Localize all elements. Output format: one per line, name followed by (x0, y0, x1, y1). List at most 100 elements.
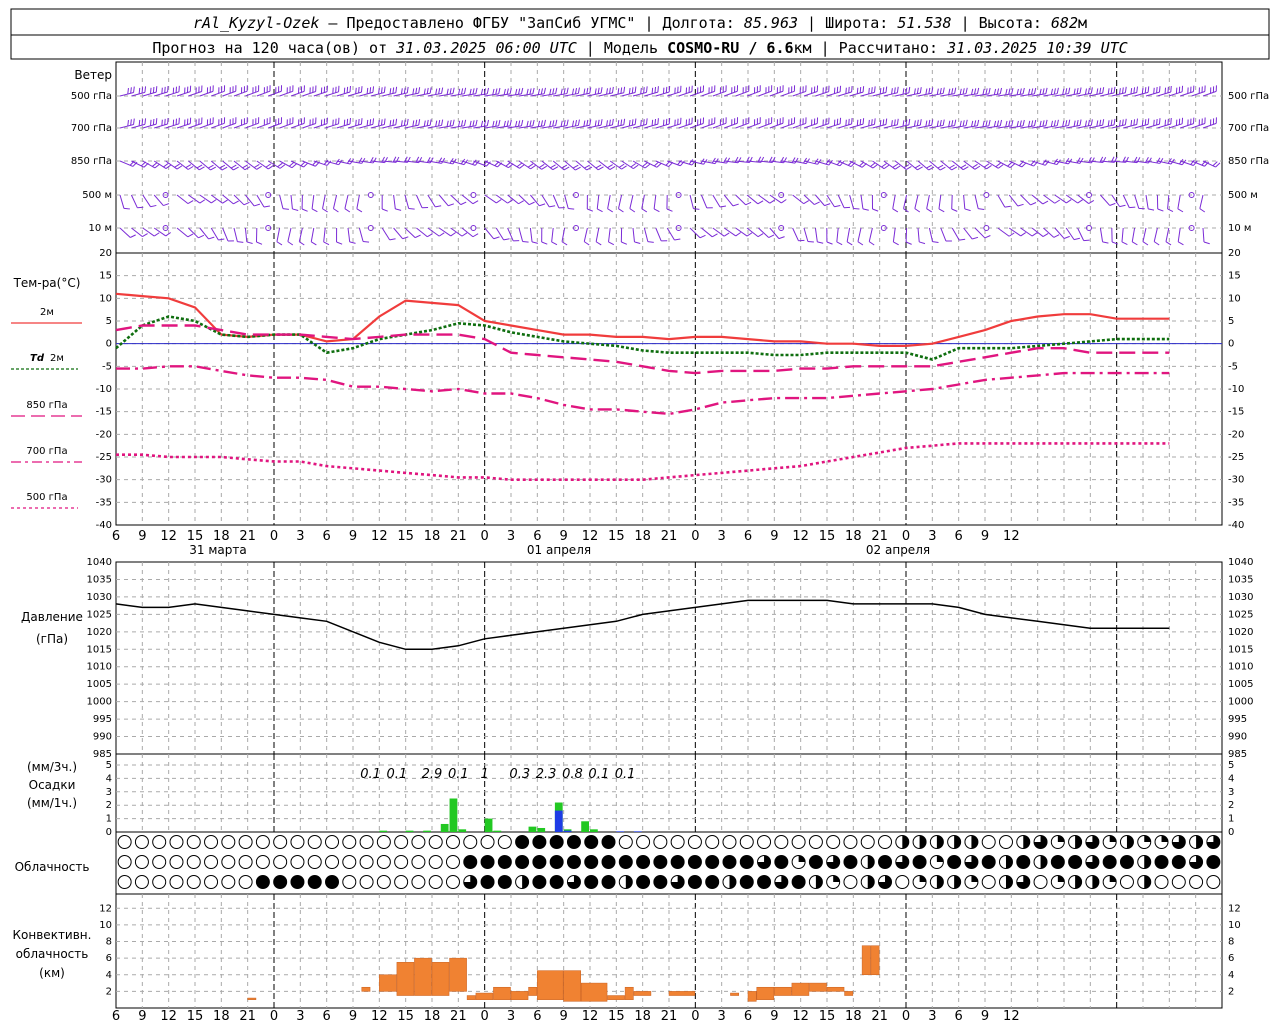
wind-barb-feather (972, 163, 978, 168)
wind-barb-shaft (826, 123, 841, 129)
wind-barb-feather (609, 87, 611, 94)
wind-barb-feather (256, 241, 263, 245)
model-label: | Модель (577, 39, 667, 57)
wind-barb-feather (666, 208, 673, 212)
wind-barbs (119, 85, 1221, 246)
wind-barb-feather (1156, 86, 1158, 94)
wind-barb-feather (893, 241, 899, 246)
wind-barb-feather (1165, 241, 1172, 246)
pressure-y-tick-left: 1035 (87, 574, 112, 585)
wind-barb-shaft (290, 194, 293, 209)
wind-barb-feather (862, 208, 869, 211)
wind-barb-feather (872, 163, 879, 169)
wind-barb-feather (127, 120, 129, 127)
cloud-cover-circle (1171, 875, 1186, 889)
wind-barb-shaft (724, 122, 738, 129)
wind-barb-shaft (1202, 90, 1217, 97)
conv-y-tick-left: 12 (99, 903, 112, 914)
wind-barb-feather (1022, 119, 1025, 127)
cloud-cover-circle (636, 835, 651, 849)
cloud-cover-circle (566, 855, 581, 869)
cloud-cover-circle (584, 875, 599, 889)
x-tick-label-temp: 12 (582, 529, 599, 544)
wind-barb-shaft (792, 90, 806, 97)
wind-barb-shaft (1099, 227, 1104, 242)
cloud-cover-circle (584, 835, 599, 849)
wind-barb-feather (1063, 235, 1070, 239)
wind-barb-feather (891, 88, 893, 95)
wind-barb-shaft (758, 122, 772, 129)
wind-barb-shaft (529, 227, 533, 242)
wind-barb-feather (344, 208, 351, 213)
wind-barb-feather (962, 166, 969, 171)
x-tick-label-temp: 3 (507, 529, 515, 544)
wind-barb-feather (389, 120, 392, 127)
wind-barb-shaft (233, 122, 248, 129)
x-tick-label-bottom: 18 (213, 1009, 230, 1024)
wind-barb-feather (939, 166, 946, 171)
wind-barb-shaft (1165, 227, 1170, 242)
wind-barb-feather (526, 88, 529, 95)
wind-barb-shaft (712, 227, 725, 237)
wind-barb-feather (301, 208, 308, 212)
wind-barb-feather (735, 232, 741, 237)
wind-level-500m-right: 500 м (1228, 190, 1258, 201)
wind-barb-shaft (689, 123, 704, 129)
wind-barb-shaft (1065, 227, 1075, 240)
wind-barb-feather (279, 164, 286, 169)
wind-barb-feather (540, 120, 544, 127)
wind-barb-shaft (974, 194, 979, 209)
wind-barb-shaft (279, 90, 293, 97)
cloud-cover-fill (1023, 835, 1030, 849)
wind-barb-feather (380, 119, 383, 126)
wind-barb-feather (310, 241, 317, 246)
conv-label-3: (км) (39, 966, 65, 980)
wind-barb-feather (868, 87, 870, 94)
wind-barb-feather (519, 164, 525, 169)
cloud-cover-fill (902, 835, 909, 849)
x-tick-label-bottom: 6 (955, 1009, 963, 1024)
wind-barb-feather (657, 118, 659, 125)
wind-barb-feather (187, 233, 194, 238)
precip-3h-sum: 2.9 (422, 767, 443, 782)
wind-barb-feather (1011, 87, 1014, 95)
cloud-cover-circle (411, 835, 426, 849)
x-tick-label-temp: 9 (138, 529, 146, 544)
wind-barb-feather (577, 119, 580, 126)
wind-barb-feather (185, 164, 192, 169)
cloud-cover-circle (359, 855, 374, 869)
wind-barb-feather (896, 118, 899, 125)
wind-barb-feather (130, 87, 132, 94)
wind-barb-feather (857, 241, 864, 246)
wind-barb-feather (561, 241, 568, 246)
cloud-cover-circle (238, 855, 253, 869)
cloud-cover-circle (705, 855, 720, 869)
wind-barb-shaft (336, 123, 351, 129)
wind-barb-feather (640, 87, 642, 94)
wind-barb-feather (962, 88, 965, 95)
cloud-cover-circle (273, 855, 288, 869)
wind-barb-feather (233, 166, 239, 171)
conv-cloud-bar (449, 957, 467, 992)
cloud-cover-circle (117, 875, 132, 889)
wind-barb-feather (381, 208, 388, 212)
wind-barb-feather (1030, 88, 1034, 95)
date-label-1: 31 марта (189, 543, 246, 557)
conv-cloud-bar (510, 991, 529, 1000)
wind-barb-feather (1121, 119, 1124, 126)
cloud-cover-circle (221, 875, 236, 889)
wind-barb-shaft (963, 227, 973, 240)
wind-barb-shaft (256, 90, 271, 97)
wind-barb-feather (1004, 205, 1011, 208)
precip-bars: 0.1 0.1 2.9 0.1 1 0.3 2.3 0.8 0.1 0.1 (360, 767, 642, 832)
wind-barb-feather (515, 88, 518, 95)
wind-barb-feather (936, 88, 939, 95)
wind-barb-shaft (245, 90, 259, 97)
date-label-2: 01 апреля (527, 543, 591, 557)
wind-barb-shaft (735, 194, 746, 206)
wind-barb-feather (1066, 199, 1072, 204)
alt-unit: м (1078, 14, 1087, 32)
convective-cloud-bars (247, 945, 880, 1002)
wind-barb-feather (978, 208, 985, 210)
wind-barb-feather (187, 165, 194, 170)
